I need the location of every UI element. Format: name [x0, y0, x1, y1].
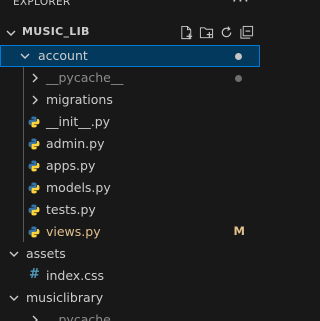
explorer-panel: EXPLORER ··· MUSIC_LIB account __pycache… — [0, 0, 260, 321]
tree-item-label: __pycache__ — [46, 312, 124, 321]
tree-item-init-py[interactable]: __init__.py — [0, 111, 260, 133]
tree-item-label: views.py — [46, 224, 101, 239]
chevron-down-icon[interactable] — [8, 248, 20, 260]
chevron-down-icon[interactable] — [8, 292, 20, 304]
tree-item-label: __pycache__ — [46, 70, 124, 85]
tree-item-label: admin.py — [46, 136, 105, 151]
tree-item-label: models.py — [46, 180, 111, 195]
python-file-icon — [28, 116, 40, 128]
chevron-right-icon[interactable] — [29, 314, 41, 321]
explorer-header: EXPLORER ··· — [0, 0, 260, 18]
tree-item-label: account — [38, 48, 88, 63]
workspace-actions — [179, 25, 254, 40]
chevron-right-icon[interactable] — [29, 72, 41, 84]
refresh-icon[interactable] — [219, 25, 234, 40]
tree-item-musiclibrary[interactable]: musiclibrary — [0, 287, 260, 309]
new-file-icon[interactable] — [179, 25, 194, 40]
workspace-name: MUSIC_LIB — [22, 25, 90, 38]
tree-item-tests-py[interactable]: tests.py — [0, 199, 260, 221]
python-file-icon — [28, 226, 40, 238]
tree-item-label: __init__.py — [46, 114, 111, 129]
modified-badge: M — [233, 224, 245, 238]
more-actions-icon[interactable]: ··· — [232, 0, 250, 10]
python-file-icon — [28, 204, 40, 216]
tree-item-admin-py[interactable]: admin.py — [0, 133, 260, 155]
python-file-icon — [28, 182, 40, 194]
tree-item-label: apps.py — [46, 158, 96, 173]
chevron-down-icon[interactable] — [19, 50, 31, 62]
tree-item-pycache-musiclibrary[interactable]: __pycache__ — [0, 309, 260, 321]
tree-item-label: musiclibrary — [26, 290, 104, 305]
python-file-icon — [28, 160, 40, 172]
tree-item-views-py[interactable]: views.py M — [0, 221, 260, 243]
tree-item-index-css[interactable]: # index.css — [0, 265, 260, 287]
tree-item-pycache[interactable]: __pycache__ — [0, 67, 260, 89]
collapse-all-icon[interactable] — [239, 25, 254, 40]
css-file-icon: # — [29, 267, 40, 282]
tree-item-assets[interactable]: assets — [0, 243, 260, 265]
explorer-title: EXPLORER — [13, 0, 71, 8]
tree-item-apps-py[interactable]: apps.py — [0, 155, 260, 177]
workspace-folder-header[interactable]: MUSIC_LIB — [0, 22, 260, 44]
status-dot-icon — [235, 75, 242, 82]
tree-item-label: index.css — [46, 268, 105, 283]
tree-item-label: tests.py — [46, 202, 96, 217]
tree-item-models-py[interactable]: models.py — [0, 177, 260, 199]
status-dot-icon — [235, 53, 242, 60]
tree-item-label: assets — [26, 246, 66, 261]
new-folder-icon[interactable] — [199, 25, 214, 40]
chevron-down-icon[interactable] — [5, 27, 17, 39]
tree-item-migrations[interactable]: migrations — [0, 89, 260, 111]
python-file-icon — [28, 138, 40, 150]
tree-item-account[interactable]: account — [0, 45, 260, 67]
chevron-right-icon[interactable] — [29, 94, 41, 106]
tree-item-label: migrations — [46, 92, 113, 107]
